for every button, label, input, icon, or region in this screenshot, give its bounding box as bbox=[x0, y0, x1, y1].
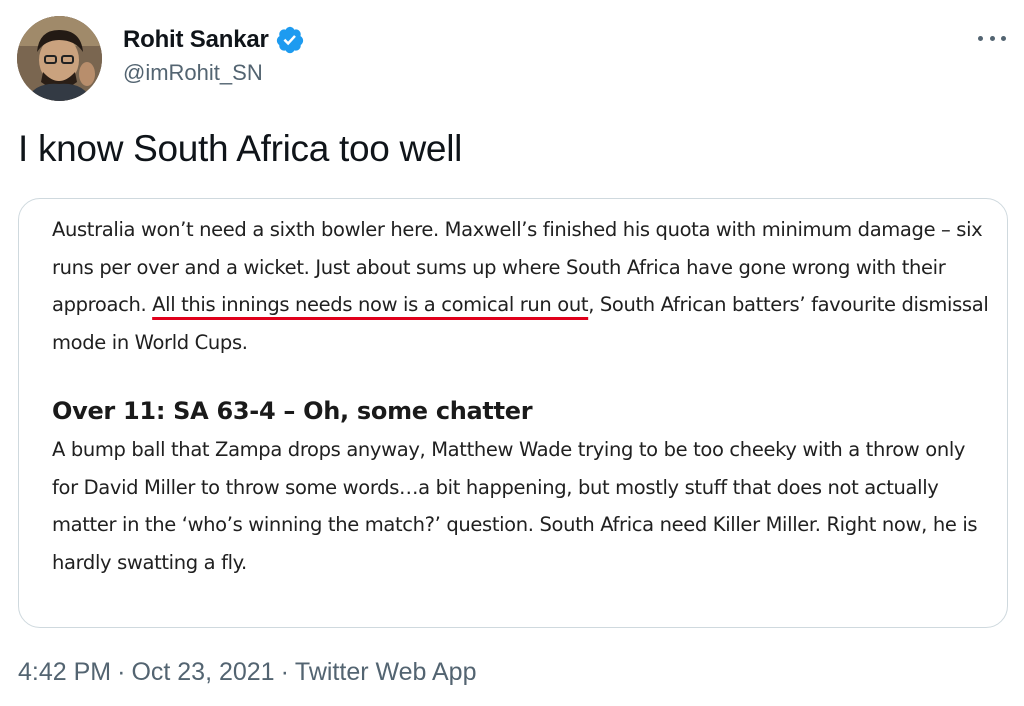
verified-badge-icon bbox=[275, 25, 305, 55]
author-handle[interactable]: @imRohit_SN bbox=[123, 60, 263, 86]
profile-photo-icon bbox=[17, 16, 102, 101]
more-dot bbox=[1001, 35, 1006, 41]
tweet: Rohit Sankar @imRohit_SN I know South Af… bbox=[0, 0, 1024, 706]
author-name[interactable]: Rohit Sankar bbox=[123, 26, 269, 54]
article-screenshot: Australia won’t need a sixth bowler here… bbox=[52, 211, 992, 581]
article-paragraph-2: A bump ball that Zampa drops anyway, Mat… bbox=[52, 438, 978, 574]
tweet-source[interactable]: Twitter Web App bbox=[295, 658, 477, 686]
tweet-text: I know South Africa too well bbox=[18, 128, 463, 169]
tweet-time[interactable]: 4:42 PM bbox=[18, 658, 111, 686]
meta-separator: · bbox=[280, 658, 289, 686]
avatar[interactable] bbox=[17, 16, 102, 101]
more-horizontal-icon bbox=[978, 35, 983, 41]
highlighted-sentence: All this innings needs now is a comical … bbox=[152, 293, 589, 316]
more-dot bbox=[989, 35, 995, 41]
meta-separator: · bbox=[117, 658, 126, 686]
tweet-date[interactable]: Oct 23, 2021 bbox=[131, 658, 274, 686]
author-name-row[interactable]: Rohit Sankar bbox=[123, 24, 305, 56]
article-paragraph-1: Australia won’t need a sixth bowler here… bbox=[52, 211, 992, 361]
tweet-metadata: 4:42 PM · Oct 23, 2021 · Twitter Web App bbox=[18, 658, 477, 687]
media-image[interactable]: Australia won’t need a sixth bowler here… bbox=[18, 198, 1008, 628]
more-button[interactable] bbox=[978, 26, 1006, 50]
article-subheading: Over 11: SA 63-4 – Oh, some chatter bbox=[52, 397, 533, 425]
